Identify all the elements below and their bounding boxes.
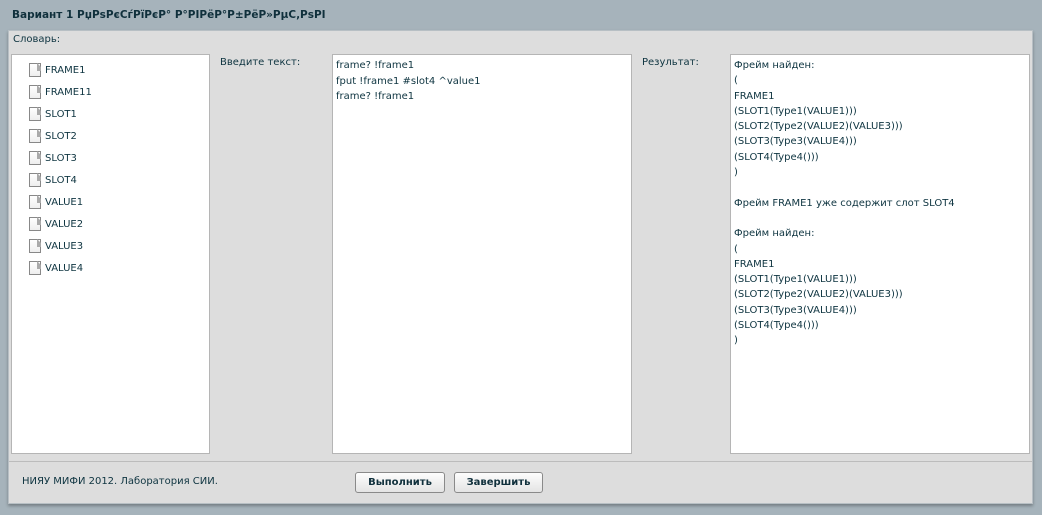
dictionary-item[interactable]: SLOT1 [12,103,209,125]
dictionary-item-label: VALUE4 [45,262,84,274]
dictionary-item-label: SLOT4 [45,174,77,186]
dictionary-item[interactable]: FRAME11 [12,81,209,103]
dictionary-item-label: FRAME1 [45,64,86,76]
copyright-text: НИЯУ МИФИ 2012. Лаборатория СИИ. [22,476,218,487]
dictionary-item[interactable]: FRAME1 [12,59,209,81]
file-icon [29,217,41,231]
input-textarea[interactable]: frame? !frame1 fput !frame1 #slot4 ^valu… [332,54,632,454]
dictionary-list: FRAME1 FRAME11 SLOT1 SLOT2 SLOT3 SLOT4 VALUE1 V… [11,54,210,454]
finish-button[interactable]: Завершить [454,472,543,493]
dictionary-item[interactable]: SLOT2 [12,125,209,147]
file-icon [29,63,41,77]
file-icon [29,261,41,275]
file-icon [29,195,41,209]
file-icon [29,173,41,187]
file-icon [29,85,41,99]
input-label: Введите текст: [220,57,301,68]
dictionary-item[interactable]: VALUE4 [12,257,209,279]
dictionary-item-label: VALUE3 [45,240,84,252]
result-label: Результат: [642,57,699,68]
dictionary-item-label: SLOT2 [45,130,77,142]
dictionary-item-label: VALUE2 [45,218,84,230]
dictionary-item[interactable]: VALUE3 [12,235,209,257]
dictionary-item-label: SLOT3 [45,152,77,164]
dictionary-item[interactable]: SLOT4 [12,169,209,191]
file-icon [29,239,41,253]
dictionary-item[interactable]: SLOT3 [12,147,209,169]
result-output: Фрейм найден: ( FRAME1 (SLOT1(Type1(VALU… [730,54,1030,454]
dictionary-label: Словарь: [13,34,61,45]
dictionary-item-label: VALUE1 [45,196,84,208]
main-panel: Словарь: FRAME1 FRAME11 SLOT1 SLOT2 SLOT3 SLO… [8,30,1033,504]
file-icon [29,151,41,165]
dictionary-item[interactable]: VALUE1 [12,191,209,213]
footer: НИЯУ МИФИ 2012. Лаборатория СИИ. Выполни… [9,461,1032,504]
file-icon [29,129,41,143]
dictionary-item-label: FRAME11 [45,86,92,98]
window-title: Вариант 1 РџРѕРєСѓРїРєР° Р°РІРёР°Р±РёР»Р… [12,9,326,21]
dictionary-item[interactable]: VALUE2 [12,213,209,235]
file-icon [29,107,41,121]
dictionary-item-label: SLOT1 [45,108,77,120]
execute-button[interactable]: Выполнить [355,472,445,493]
